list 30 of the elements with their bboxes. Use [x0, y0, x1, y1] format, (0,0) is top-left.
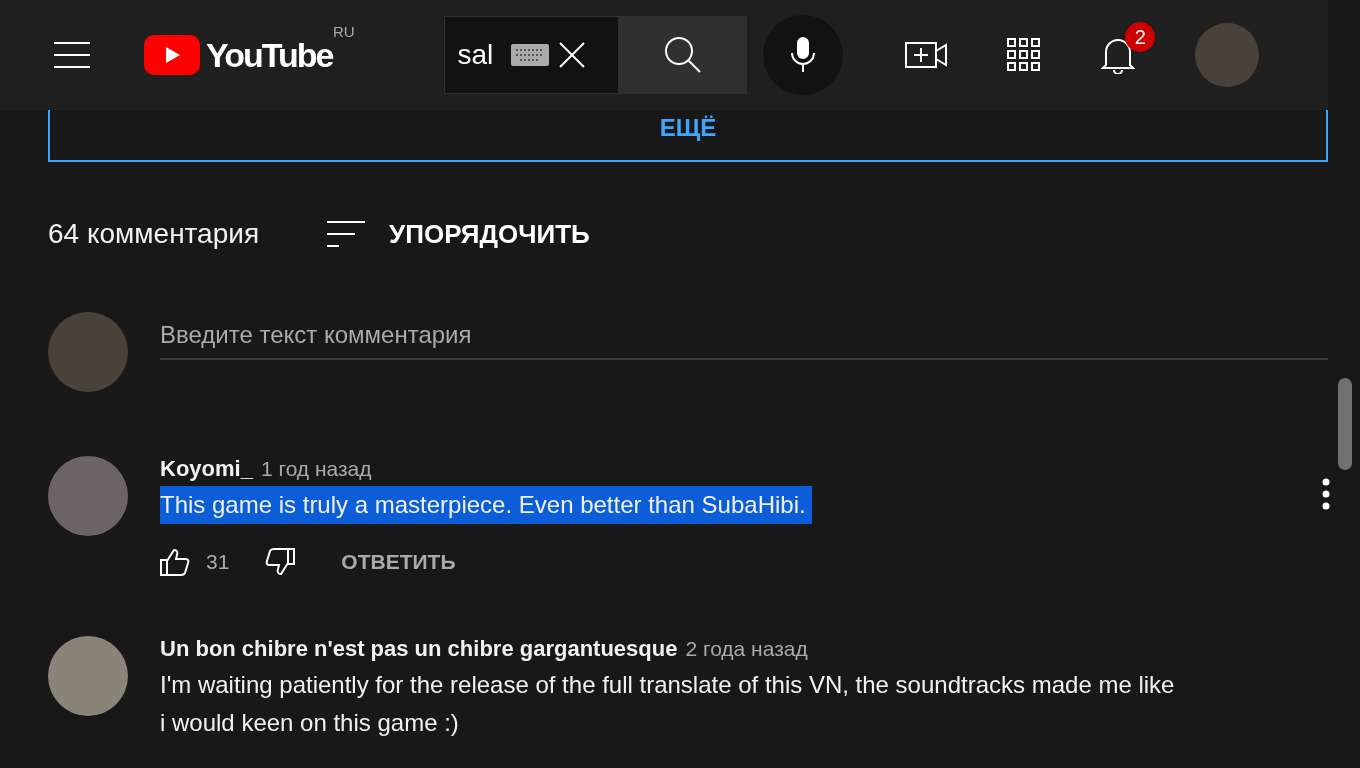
comment-author[interactable]: Koyomi_: [160, 456, 253, 482]
comment-text: I'm waiting patiently for the release of the full translate of this VN, the soundtracks made me like i would keen on this game :): [160, 670, 1176, 738]
comment-author[interactable]: Un bon chibre n'est pas un chibre gargantuesque: [160, 636, 678, 662]
sort-button[interactable]: УПОРЯДОЧИТЬ: [327, 218, 590, 250]
region-label: RU: [333, 23, 355, 40]
like-count: 31: [206, 550, 230, 574]
notification-count: 2: [1125, 22, 1156, 52]
comment-input[interactable]: Введите текст комментария: [160, 312, 1328, 360]
comment-time[interactable]: 2 года назад: [685, 637, 808, 661]
apps-grid-icon[interactable]: [1007, 38, 1042, 72]
menu-icon[interactable]: [54, 41, 90, 69]
logo-text[interactable]: YouTube: [206, 35, 333, 75]
sort-icon: [327, 220, 366, 248]
comment-count: 64 комментария: [48, 218, 260, 250]
reply-button[interactable]: ОТВЕТИТЬ: [341, 550, 456, 574]
thumbs-up-icon[interactable]: [160, 548, 190, 576]
close-icon[interactable]: [559, 42, 586, 68]
comment-time[interactable]: 1 год назад: [260, 457, 372, 481]
comment-text: This game is truly a masterpiece. Even better than SubaHibi.: [160, 486, 812, 524]
notifications-icon[interactable]: [1101, 36, 1136, 74]
more-button[interactable]: ЕЩЁ: [48, 110, 1328, 162]
scrollbar-thumb[interactable]: [1338, 378, 1352, 470]
play-logo-icon: [144, 35, 200, 75]
search-button[interactable]: [619, 16, 748, 94]
keyboard-icon[interactable]: [511, 44, 550, 66]
thumbs-down-icon[interactable]: [265, 548, 296, 576]
search-icon: [664, 36, 703, 74]
video-camera-plus-icon[interactable]: [905, 40, 948, 70]
microphone-icon: [790, 37, 817, 73]
search-input[interactable]: sal: [457, 39, 502, 71]
